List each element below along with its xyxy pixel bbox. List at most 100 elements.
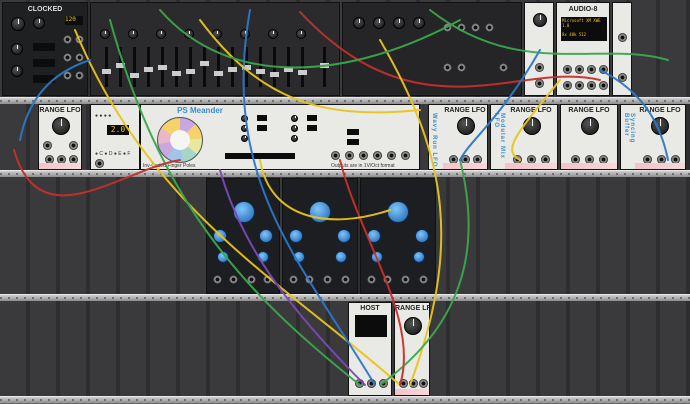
master-fader[interactable] <box>320 47 329 87</box>
pw-knob[interactable] <box>337 229 351 243</box>
shape-knob[interactable] <box>217 251 229 263</box>
channel-fader[interactable] <box>172 47 181 87</box>
input-jack[interactable] <box>471 23 480 32</box>
audio-input-jack[interactable] <box>599 65 608 74</box>
channel-fader[interactable] <box>214 47 223 87</box>
input-jack[interactable] <box>69 141 78 150</box>
output-jack[interactable] <box>399 379 408 388</box>
tune-knob[interactable] <box>387 201 409 223</box>
output-jack[interactable] <box>618 73 627 82</box>
channel-fader[interactable] <box>116 47 125 87</box>
channel-fader[interactable] <box>228 47 237 87</box>
channel-fader[interactable] <box>200 47 209 87</box>
rate-knob[interactable] <box>457 117 475 135</box>
output-jack[interactable] <box>63 53 72 62</box>
input-jack[interactable] <box>618 33 627 42</box>
param-knob[interactable] <box>241 115 248 122</box>
pw-knob[interactable] <box>415 229 429 243</box>
pan-knob[interactable] <box>212 29 222 39</box>
output-jack[interactable] <box>401 275 410 284</box>
input-jack[interactable] <box>43 141 52 150</box>
send-knob[interactable] <box>393 17 405 29</box>
ratio-knob[interactable] <box>11 65 23 77</box>
audio-input-jack[interactable] <box>587 65 596 74</box>
channel-fader[interactable] <box>256 47 265 87</box>
input-jack[interactable] <box>443 23 452 32</box>
param-knob[interactable] <box>291 125 298 132</box>
audio-output-jack[interactable] <box>587 81 596 90</box>
shape-knob[interactable] <box>257 251 269 263</box>
output-jack[interactable] <box>341 275 350 284</box>
ratio-knob[interactable] <box>11 43 23 55</box>
output-jack[interactable] <box>63 71 72 80</box>
output-jack[interactable] <box>75 35 84 44</box>
output-jack[interactable] <box>535 79 544 88</box>
send-knob[interactable] <box>373 17 385 29</box>
input-jack[interactable] <box>213 275 222 284</box>
audio-output-jack[interactable] <box>599 81 608 90</box>
send-knob[interactable] <box>413 17 425 29</box>
param-knob[interactable] <box>291 135 298 142</box>
output-jack[interactable] <box>387 151 396 160</box>
channel-fader[interactable] <box>284 47 293 87</box>
pan-knob[interactable] <box>268 29 278 39</box>
channel-fader[interactable] <box>186 47 195 87</box>
output-jack[interactable] <box>499 63 508 72</box>
output-jack[interactable] <box>75 53 84 62</box>
tune-knob[interactable] <box>233 201 255 223</box>
rate-knob[interactable] <box>651 117 669 135</box>
rate-knob[interactable] <box>523 117 541 135</box>
sample-rate[interactable]: 8x 48k 512 <box>562 32 606 37</box>
input-jack[interactable] <box>367 379 376 388</box>
fm-knob[interactable] <box>289 229 303 243</box>
device-name[interactable]: Microsoft XM XWE 1.0 <box>562 18 606 28</box>
input-jack[interactable] <box>383 275 392 284</box>
audio-output-jack[interactable] <box>575 81 584 90</box>
output-jack[interactable] <box>345 151 354 160</box>
output-jack[interactable] <box>359 151 368 160</box>
output-jack[interactable] <box>75 71 84 80</box>
input-jack[interactable] <box>535 63 544 72</box>
channel-fader[interactable] <box>242 47 251 87</box>
tune-knob[interactable] <box>309 201 331 223</box>
input-jack[interactable] <box>367 275 376 284</box>
input-jack[interactable] <box>355 379 364 388</box>
output-jack[interactable] <box>373 151 382 160</box>
channel-fader[interactable] <box>130 47 139 87</box>
pan-knob[interactable] <box>156 29 166 39</box>
fm-knob[interactable] <box>367 229 381 243</box>
output-jack[interactable] <box>323 275 332 284</box>
shape-knob[interactable] <box>293 251 305 263</box>
audio-output-jack[interactable] <box>563 81 572 90</box>
swing-knob[interactable] <box>33 17 45 29</box>
output-jack[interactable] <box>379 379 388 388</box>
channel-fader[interactable] <box>298 47 307 87</box>
channel-fader[interactable] <box>144 47 153 87</box>
output-jack[interactable] <box>95 159 104 168</box>
input-jack[interactable] <box>485 23 494 32</box>
output-jack[interactable] <box>63 35 72 44</box>
input-jack[interactable] <box>457 23 466 32</box>
audio-input-jack[interactable] <box>575 65 584 74</box>
pan-knob[interactable] <box>128 29 138 39</box>
pan-knob[interactable] <box>296 29 306 39</box>
channel-fader[interactable] <box>102 47 111 87</box>
input-jack[interactable] <box>289 275 298 284</box>
channel-fader[interactable] <box>158 47 167 87</box>
tempo-knob[interactable] <box>11 17 25 31</box>
send-knob[interactable] <box>353 17 365 29</box>
level-knob[interactable] <box>533 13 547 27</box>
pw-knob[interactable] <box>259 229 273 243</box>
output-jack[interactable] <box>419 379 428 388</box>
rate-knob[interactable] <box>404 317 422 335</box>
input-jack[interactable] <box>229 275 238 284</box>
pan-knob[interactable] <box>240 29 250 39</box>
param-knob[interactable] <box>241 125 248 132</box>
output-jack[interactable] <box>247 275 256 284</box>
audio-input-jack[interactable] <box>563 65 572 74</box>
shape-knob[interactable] <box>413 251 425 263</box>
output-jack[interactable] <box>263 275 272 284</box>
input-jack[interactable] <box>305 275 314 284</box>
circle-of-fifths[interactable] <box>157 117 203 163</box>
fm-knob[interactable] <box>213 229 227 243</box>
